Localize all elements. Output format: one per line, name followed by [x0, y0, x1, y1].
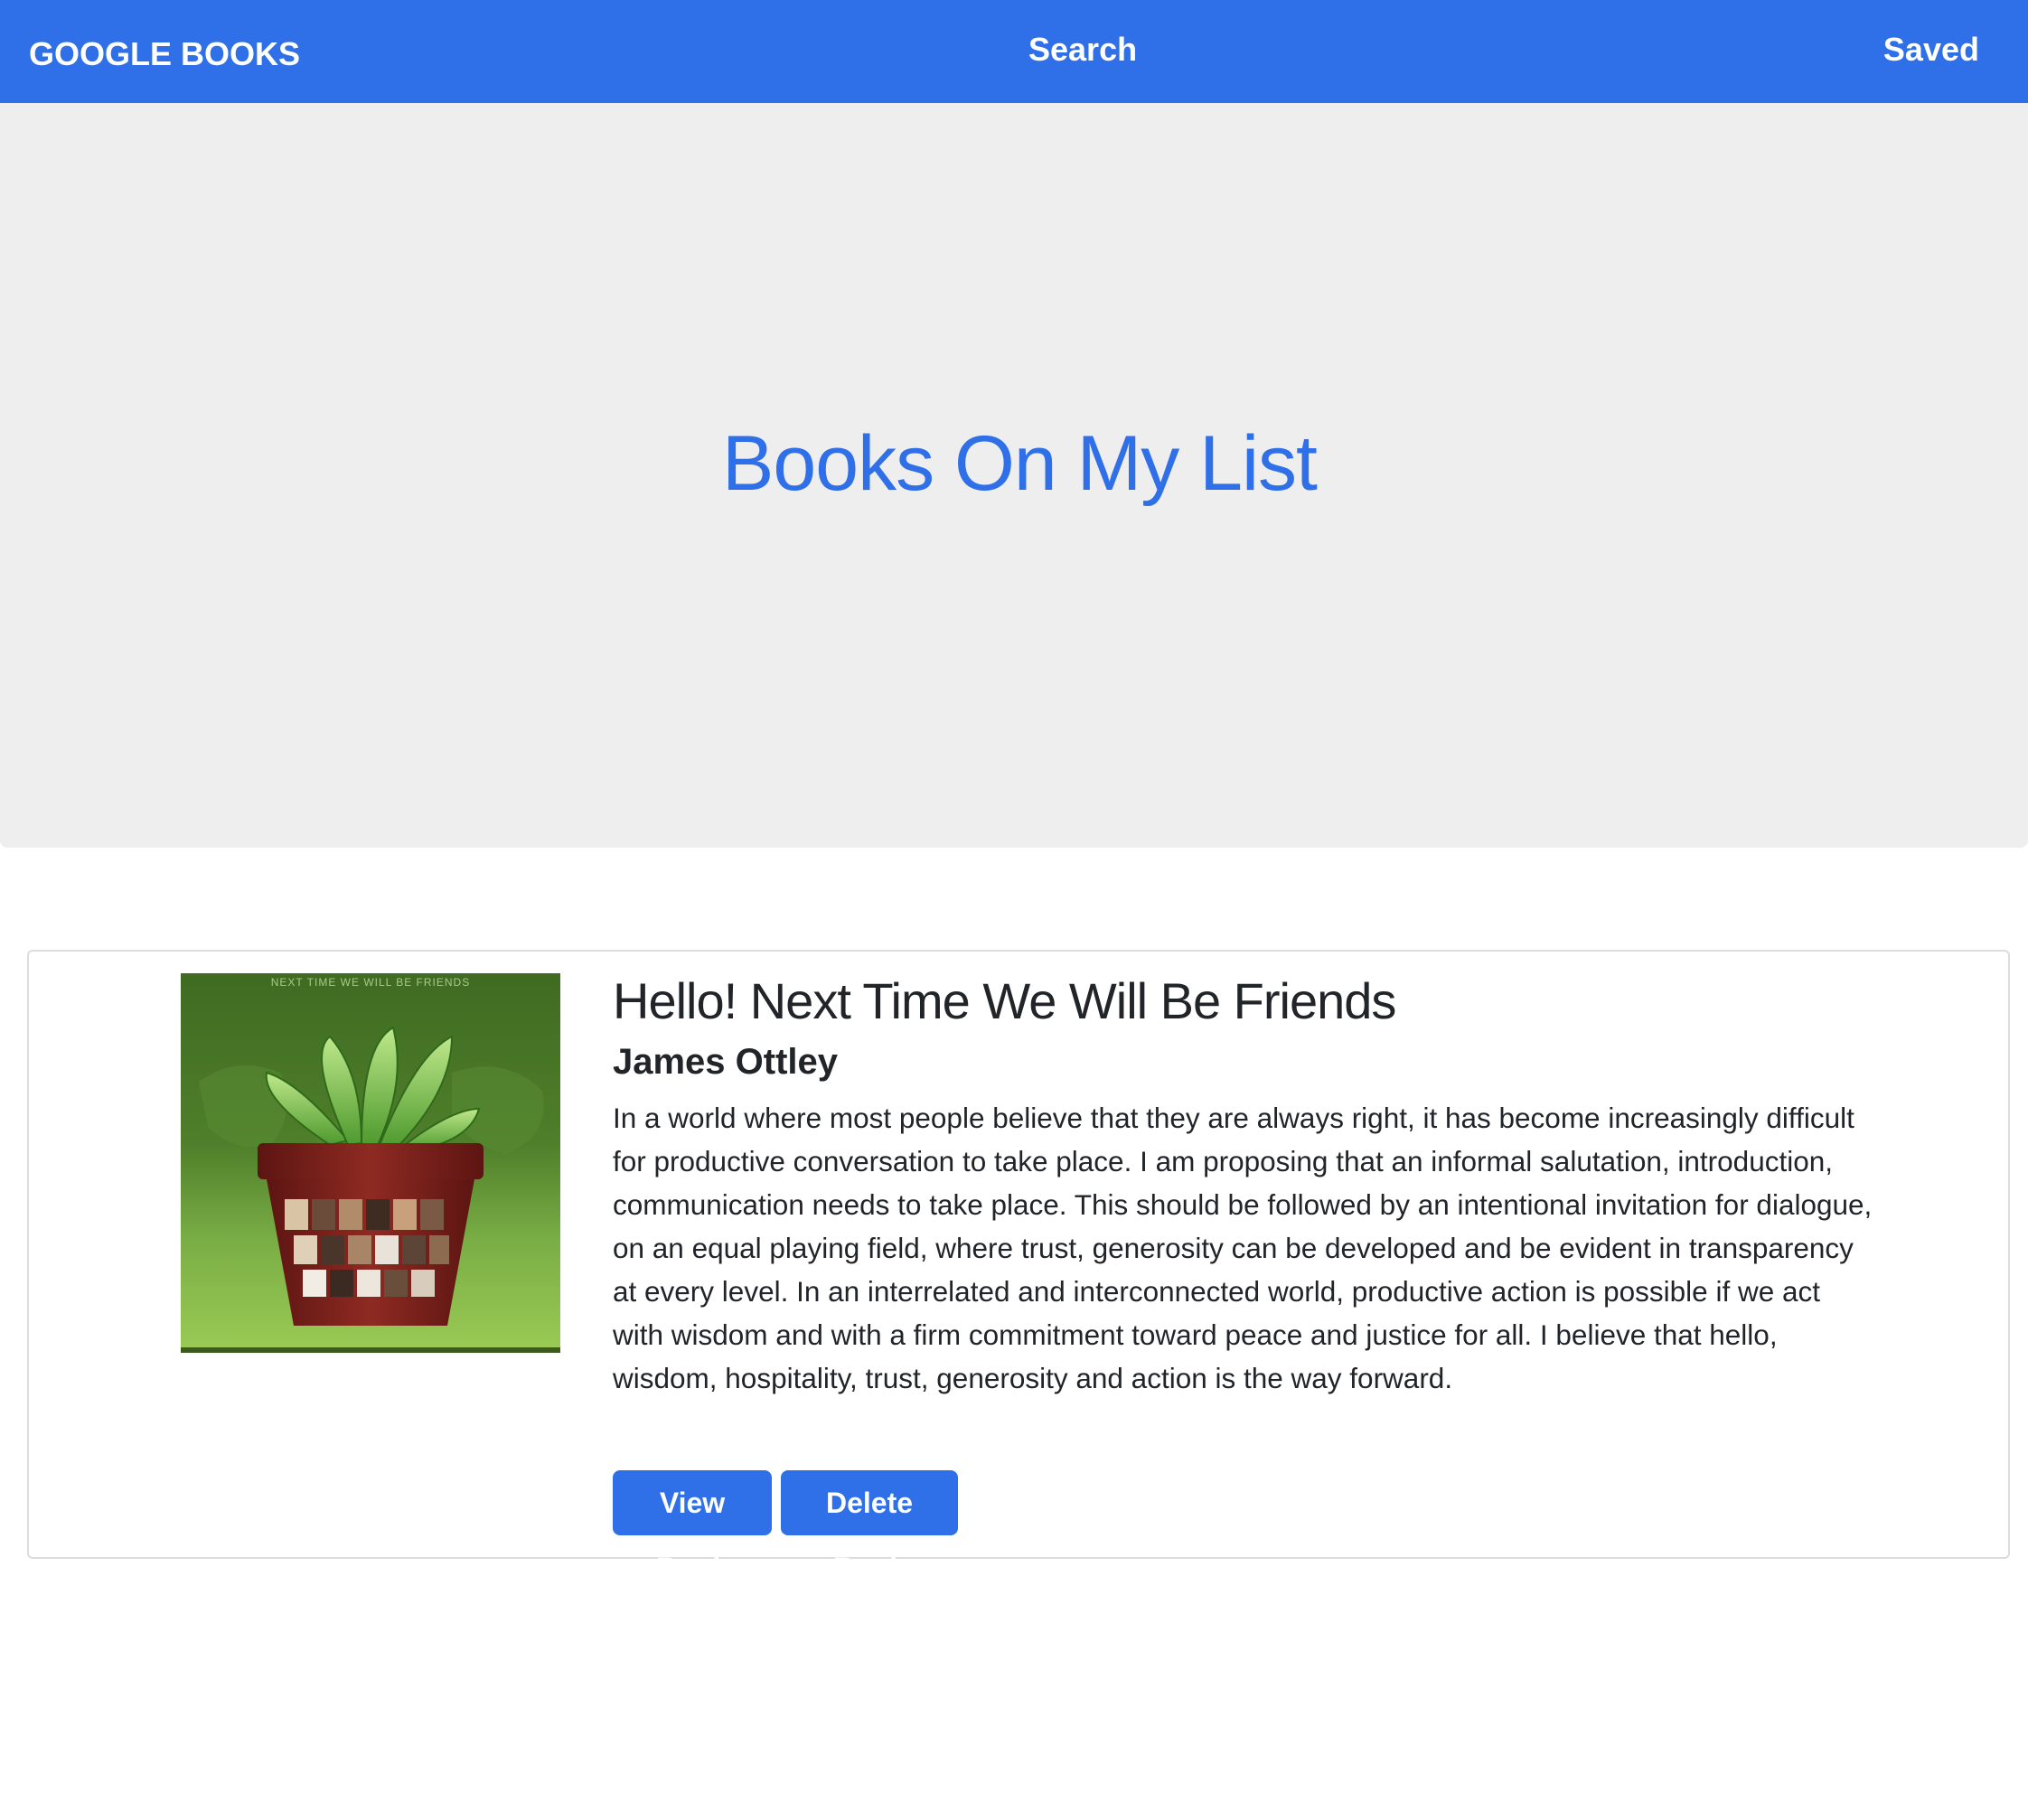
nav-saved-link[interactable]: Saved: [1883, 0, 1979, 103]
view-book-button[interactable]: View Book: [613, 1470, 772, 1584]
nav-search-link[interactable]: Search: [1028, 0, 1137, 103]
cover-caption: NEXT TIME WE WILL BE FRIENDS: [271, 976, 470, 989]
brand-link[interactable]: GOOGLE BOOKS: [29, 0, 300, 103]
page-title: Books On My List: [722, 420, 1318, 507]
delete-book-button[interactable]: Delete Book: [781, 1470, 958, 1584]
navbar: GOOGLE BOOKS Search Saved: [0, 0, 2028, 103]
book-card: NEXT TIME WE WILL BE FRIENDS Hello! Next…: [27, 950, 2010, 1584]
book-cover-image: NEXT TIME WE WILL BE FRIENDS: [181, 973, 560, 1353]
book-title: Hello! Next Time We Will Be Friends: [613, 972, 1396, 1029]
book-author: James Ottley: [613, 1042, 839, 1082]
book-description: In a world where most people believe tha…: [613, 1102, 1873, 1394]
jumbotron: Books On My List: [0, 103, 2028, 848]
